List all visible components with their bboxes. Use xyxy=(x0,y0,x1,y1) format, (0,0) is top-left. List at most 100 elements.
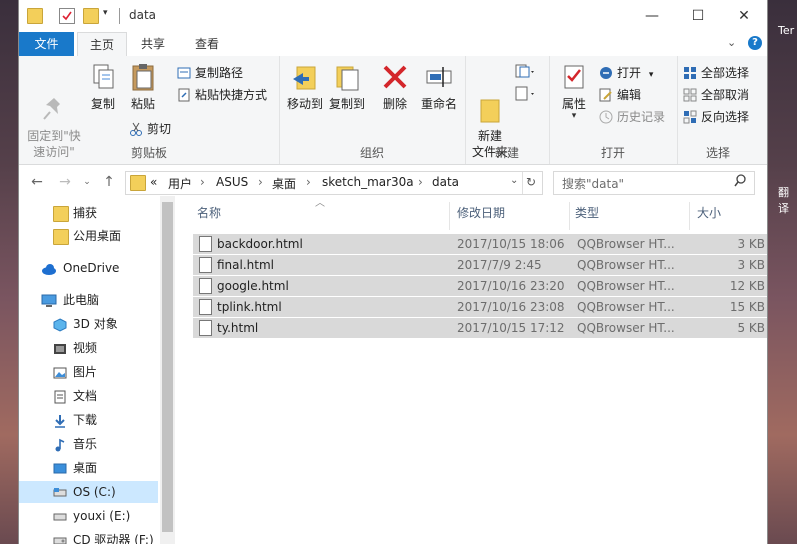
copy-path-button[interactable]: 复制路径 xyxy=(177,64,243,82)
breadcrumb-users[interactable]: 用户 xyxy=(168,175,192,192)
nav-item-youxi-e[interactable]: youxi (E:) xyxy=(19,505,159,527)
nav-item-capture[interactable]: 捕获 xyxy=(19,202,159,224)
folder-icon xyxy=(130,175,146,191)
desktop-icon xyxy=(53,461,67,475)
delete-button[interactable]: 删除 xyxy=(379,62,411,112)
back-button[interactable]: ← xyxy=(27,173,47,191)
forward-button[interactable]: → xyxy=(55,173,75,191)
breadcrumb-chevron-icon[interactable]: › xyxy=(258,175,263,189)
nav-scrollbar-thumb[interactable] xyxy=(162,202,173,532)
title-bar: ▾ data — ☐ ✕ xyxy=(19,0,767,32)
folder-icon xyxy=(27,8,43,24)
column-separator[interactable] xyxy=(449,202,450,230)
tab-share[interactable]: 共享 xyxy=(131,32,175,56)
html-file-icon xyxy=(199,299,212,315)
easy-access-icon[interactable] xyxy=(515,86,537,102)
copy-button[interactable]: 复制 xyxy=(87,62,119,112)
cut-label: 剪切 xyxy=(147,122,172,136)
column-header-size[interactable]: 大小 xyxy=(697,196,721,230)
file-row[interactable]: backdoor.html 2017/10/15 18:06 QQBrowser… xyxy=(193,234,767,254)
new-item-icon[interactable] xyxy=(515,64,537,80)
paste-button[interactable]: 粘贴 xyxy=(127,62,159,112)
nav-item-downloads[interactable]: 下载 xyxy=(19,409,159,431)
nav-item-documents[interactable]: 文档 xyxy=(19,385,159,407)
nav-item-cd-drive-f[interactable]: CD 驱动器 (F:) xyxy=(19,529,159,544)
tab-view[interactable]: 查看 xyxy=(185,32,229,56)
paste-icon xyxy=(129,62,157,92)
minimize-button[interactable]: — xyxy=(629,0,675,32)
scissors-icon xyxy=(129,122,143,136)
breadcrumb-chevron-icon[interactable]: › xyxy=(418,175,423,189)
breadcrumb-asus[interactable]: ASUS xyxy=(216,175,248,189)
customize-toolbar-icon[interactable]: ▾ xyxy=(103,8,117,22)
nav-item-onedrive[interactable]: OneDrive xyxy=(19,257,159,279)
recent-locations-icon[interactable]: ⌄ xyxy=(77,173,97,191)
breadcrumb-desktop[interactable]: 桌面 xyxy=(272,175,296,192)
file-row[interactable]: ty.html 2017/10/15 17:12 QQBrowser HT...… xyxy=(193,318,767,338)
address-bar[interactable]: « 用户 › ASUS › 桌面 › sketch_mar30a › data … xyxy=(125,171,543,195)
breadcrumb-chevron-icon[interactable]: › xyxy=(306,175,311,189)
open-button[interactable]: 打开 ▾ xyxy=(599,64,653,82)
file-row[interactable]: final.html 2017/7/9 2:45 QQBrowser HT...… xyxy=(193,255,767,275)
paste-shortcut-button[interactable]: 粘贴快捷方式 xyxy=(177,86,267,104)
select-group-label: 选择 xyxy=(705,146,730,160)
search-icon[interactable] xyxy=(734,174,746,191)
organize-group-label: 组织 xyxy=(359,146,384,160)
move-to-button[interactable]: 移动到 xyxy=(285,62,325,112)
nav-item-this-pc[interactable]: 此电脑 xyxy=(19,289,159,311)
invert-selection-button[interactable]: 反向选择 xyxy=(683,108,749,126)
help-icon[interactable]: ? xyxy=(748,36,762,50)
column-header-modified[interactable]: 修改日期 xyxy=(457,196,505,230)
tab-home[interactable]: 主页 xyxy=(77,32,127,58)
nav-item-3d-objects[interactable]: 3D 对象 xyxy=(19,313,159,335)
close-button[interactable]: ✕ xyxy=(721,0,767,32)
nav-label: 公用桌面 xyxy=(73,229,122,243)
maximize-button[interactable]: ☐ xyxy=(675,0,721,32)
breadcrumb-chevron-icon[interactable]: › xyxy=(200,175,205,189)
breadcrumb-overflow[interactable]: « xyxy=(150,175,157,189)
new-folder-icon[interactable] xyxy=(83,8,99,24)
search-input[interactable]: 搜索"data" xyxy=(553,171,755,195)
html-file-icon xyxy=(199,236,212,252)
breadcrumb-data[interactable]: data xyxy=(432,175,459,189)
address-dropdown-icon[interactable]: ⌄ xyxy=(510,175,518,186)
properties-icon[interactable] xyxy=(59,8,75,24)
cut-button[interactable]: 剪切 xyxy=(129,120,171,138)
up-button[interactable]: ↑ xyxy=(99,173,119,191)
music-icon xyxy=(53,437,67,452)
folder-icon xyxy=(53,206,69,222)
file-row[interactable]: google.html 2017/10/16 23:20 QQBrowser H… xyxy=(193,276,767,296)
copy-to-button[interactable]: 复制到 xyxy=(327,62,367,112)
refresh-icon[interactable]: ↻ xyxy=(526,175,536,189)
column-header-name[interactable]: 名称 xyxy=(197,196,221,230)
nav-item-videos[interactable]: 视频 xyxy=(19,337,159,359)
download-icon xyxy=(53,413,67,428)
collapse-ribbon-icon[interactable]: ⌄ xyxy=(727,36,736,49)
edit-button[interactable]: 编辑 xyxy=(599,86,641,104)
search-placeholder: 搜索"data" xyxy=(562,177,625,191)
nav-item-pictures[interactable]: 图片 xyxy=(19,361,159,383)
properties-button[interactable]: 属性 ▾ xyxy=(555,62,593,121)
file-row[interactable]: tplink.html 2017/10/16 23:08 QQBrowser H… xyxy=(193,297,767,317)
nav-item-music[interactable]: 音乐 xyxy=(19,433,159,455)
rename-icon xyxy=(425,62,453,92)
select-none-button[interactable]: 全部取消 xyxy=(683,86,749,104)
column-separator[interactable] xyxy=(689,202,690,230)
nav-item-os-c[interactable]: OS (C:) xyxy=(19,481,158,503)
open-icon xyxy=(599,66,613,80)
column-header-type[interactable]: 类型 xyxy=(575,196,599,230)
select-all-button[interactable]: 全部选择 xyxy=(683,64,749,82)
column-separator[interactable] xyxy=(569,202,570,230)
drive-icon xyxy=(53,509,67,523)
address-bar-row: ← → ⌄ ↑ « 用户 › ASUS › 桌面 › sketch_mar30a… xyxy=(19,168,767,196)
rename-button[interactable]: 重命名 xyxy=(417,62,461,112)
document-icon xyxy=(53,389,67,404)
breadcrumb-sketch[interactable]: sketch_mar30a xyxy=(322,175,414,189)
nav-item-desktop[interactable]: 桌面 xyxy=(19,457,159,479)
cd-drive-icon xyxy=(53,533,67,544)
history-button[interactable]: 历史记录 xyxy=(599,108,665,126)
nav-item-public-desktop[interactable]: 公用桌面 xyxy=(19,225,159,247)
edit-icon xyxy=(599,88,613,102)
nav-scrollbar[interactable] xyxy=(160,196,175,544)
tab-file[interactable]: 文件 xyxy=(19,32,74,56)
